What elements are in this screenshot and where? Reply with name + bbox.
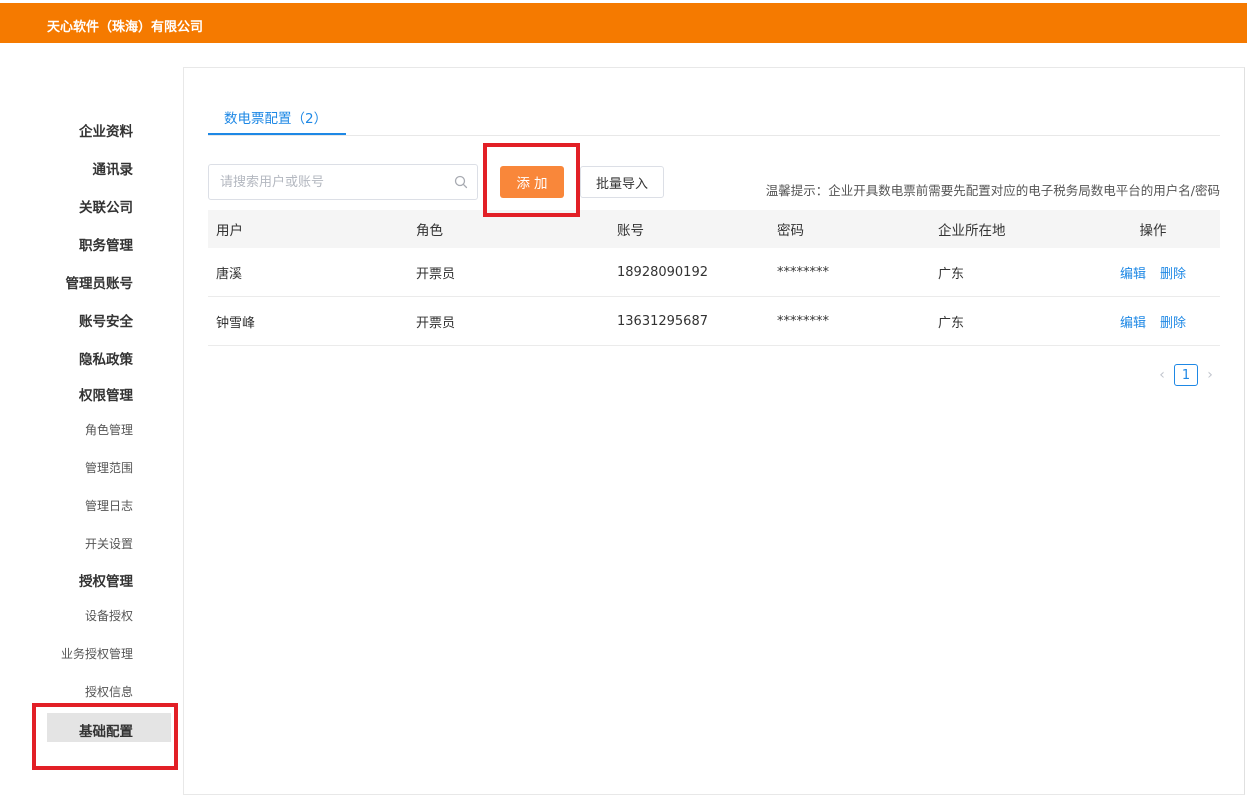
- cell-role: 开票员: [416, 315, 456, 331]
- cell-role: 开票员: [416, 266, 456, 282]
- search-input[interactable]: [209, 165, 449, 199]
- chevron-left-icon[interactable]: ‹: [1154, 367, 1170, 383]
- cell-user: 唐溪: [216, 266, 243, 282]
- sidebar-item-auth-info[interactable]: 授权信息: [85, 683, 133, 700]
- chevron-right-icon[interactable]: ›: [1202, 367, 1218, 383]
- table-header: 用户 角色 账号 密码 企业所在地 操作: [208, 210, 1220, 248]
- cell-account: 18928090192: [617, 264, 708, 280]
- sidebar-group-permissions: 权限管理: [79, 388, 133, 404]
- cell-account: 13631295687: [617, 313, 708, 329]
- delete-link[interactable]: 删除: [1160, 312, 1186, 331]
- pagination: ‹ 1 ›: [1154, 364, 1218, 386]
- cell-user: 钟雪峰: [216, 315, 256, 331]
- sidebar-item-device-auth[interactable]: 设备授权: [85, 607, 133, 624]
- search-box: [208, 164, 478, 200]
- table-row: 唐溪 开票员 18928090192 ******** 广东 编辑 删除: [208, 248, 1220, 297]
- sidebar-item-privacy-policy[interactable]: 隐私政策: [79, 348, 133, 368]
- edit-link[interactable]: 编辑: [1120, 312, 1146, 331]
- sidebar-item-scope[interactable]: 管理范围: [85, 459, 133, 476]
- tip-text: 温馨提示：企业开具数电票前需要先配置对应的电子税务局数电平台的用户名/密码: [765, 183, 1220, 198]
- sidebar-item-logs[interactable]: 管理日志: [85, 497, 133, 514]
- page-number-current[interactable]: 1: [1174, 364, 1198, 386]
- cell-password: ********: [777, 264, 829, 280]
- cell-location: 广东: [938, 315, 965, 331]
- cell-actions: 编辑 删除: [1120, 248, 1200, 296]
- sidebar-item-company-info[interactable]: 企业资料: [79, 120, 133, 140]
- config-table: 用户 角色 账号 密码 企业所在地 操作 唐溪 开票员 18928090192 …: [208, 210, 1220, 346]
- sidebar-item-switches[interactable]: 开关设置: [85, 535, 133, 552]
- sidebar-item-admin-accounts[interactable]: 管理员账号: [66, 272, 134, 292]
- column-header-account: 账号: [617, 223, 644, 239]
- sidebar-item-basic-config[interactable]: 基础配置: [79, 720, 133, 740]
- column-header-user: 用户: [216, 223, 243, 239]
- column-header-password: 密码: [777, 223, 804, 239]
- main-panel: 数电票配置（2） 添加 批量导入 温馨提示：企业开具数电票前需要先配置对应的电子…: [183, 67, 1245, 795]
- sidebar-item-affiliates[interactable]: 关联公司: [79, 196, 133, 216]
- company-name: 天心软件（珠海）有限公司: [47, 20, 204, 35]
- sidebar-item-business-auth[interactable]: 业务授权管理: [61, 645, 133, 662]
- column-header-role: 角色: [416, 223, 443, 239]
- cell-password: ********: [777, 313, 829, 329]
- table-row: 钟雪峰 开票员 13631295687 ******** 广东 编辑 删除: [208, 297, 1220, 346]
- sidebar-item-roles[interactable]: 角色管理: [85, 421, 133, 438]
- edit-link[interactable]: 编辑: [1120, 263, 1146, 282]
- sidebar-item-positions[interactable]: 职务管理: [79, 234, 133, 254]
- tab-e-invoice-config[interactable]: 数电票配置（2）: [224, 107, 327, 127]
- search-icon[interactable]: [453, 174, 469, 190]
- column-header-location: 企业所在地: [938, 223, 1006, 239]
- add-button[interactable]: 添加: [500, 166, 564, 198]
- sidebar-item-account-security[interactable]: 账号安全: [79, 310, 133, 330]
- batch-import-button[interactable]: 批量导入: [580, 166, 664, 198]
- sidebar-nav: 企业资料 通讯录 关联公司 职务管理 管理员账号 账号安全 隐私政策 权限管理 …: [0, 43, 183, 795]
- tab-divider: [208, 135, 1220, 136]
- column-header-actions: 操作: [1139, 223, 1167, 239]
- cell-actions: 编辑 删除: [1120, 297, 1200, 345]
- top-header-bar: 天心软件（珠海）有限公司: [0, 3, 1247, 43]
- sidebar-group-authorization: 授权管理: [79, 574, 133, 590]
- sidebar-item-contacts[interactable]: 通讯录: [93, 158, 134, 178]
- cell-location: 广东: [938, 266, 965, 282]
- delete-link[interactable]: 删除: [1160, 263, 1186, 282]
